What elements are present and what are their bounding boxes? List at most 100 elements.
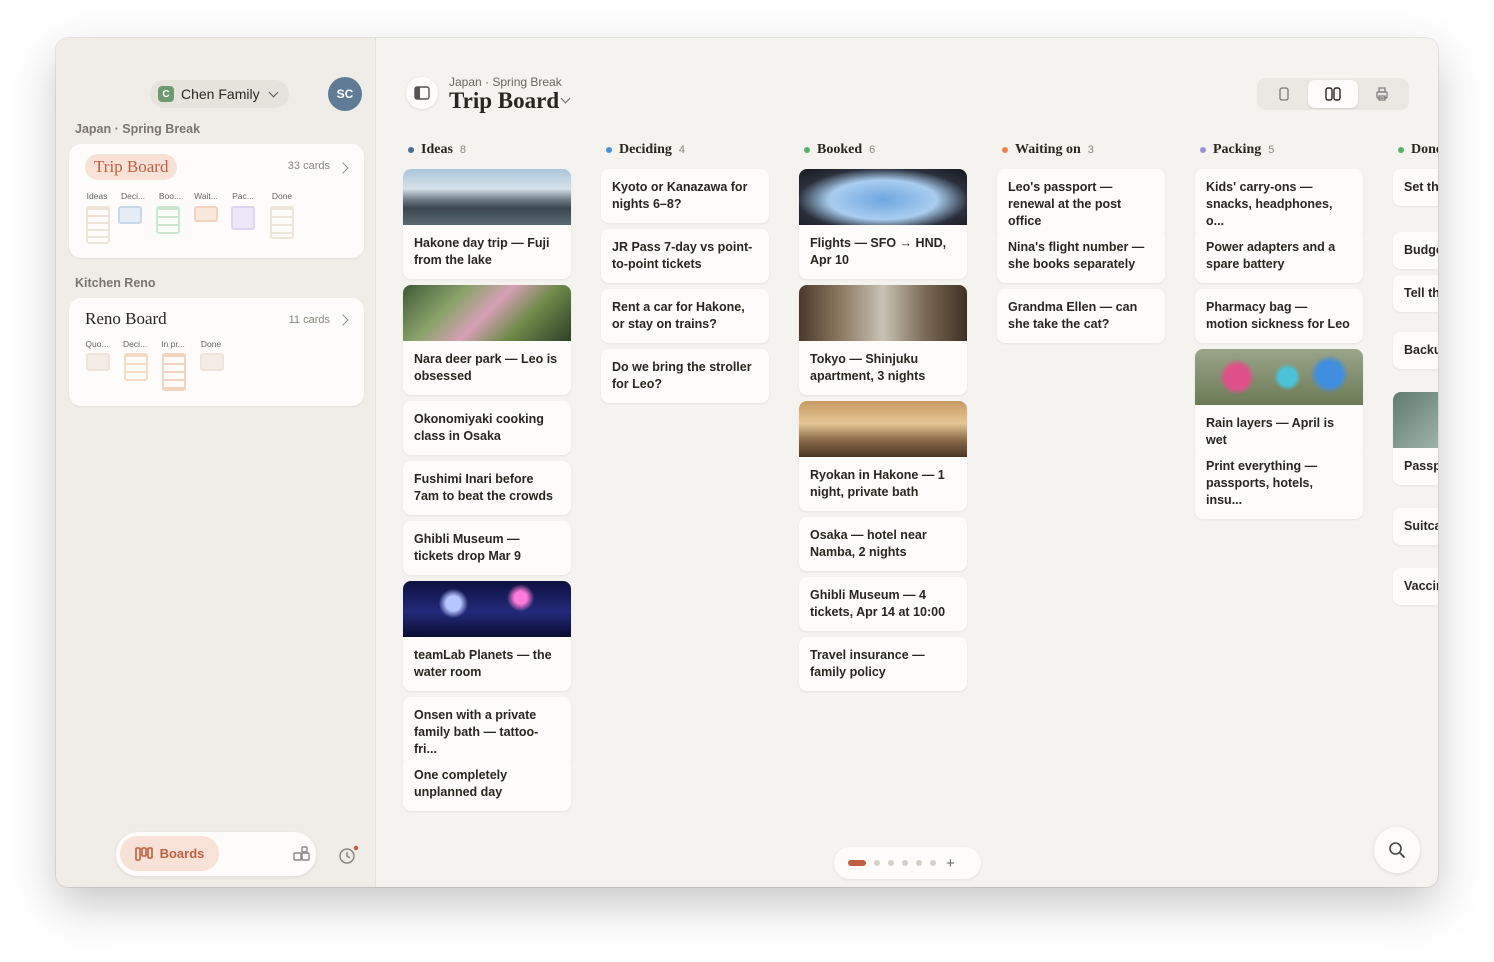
card[interactable]: Pharmacy bag — motion sickness for Leo	[1195, 289, 1363, 343]
card-title: Rent a car for Hakone, or stay on trains…	[612, 300, 745, 331]
boards-tab-label: Boards	[159, 846, 205, 861]
family-badge: C	[158, 86, 174, 102]
card-title: One completely unplanned day	[414, 768, 508, 799]
card[interactable]: Passp share	[1393, 392, 1438, 485]
card[interactable]: One completely unplanned day	[403, 757, 571, 811]
card[interactable]: teamLab Planets — the water room	[403, 581, 571, 691]
card[interactable]: Ghibli Museum — 4 tickets, Apr 14 at 10:…	[799, 577, 967, 631]
family-switcher[interactable]: C Chen Family	[150, 80, 289, 108]
column-title: Done	[1411, 142, 1438, 157]
card[interactable]: Power adapters and a spare battery	[1195, 229, 1363, 283]
search-icon	[1389, 842, 1405, 858]
page-dot[interactable]	[930, 860, 936, 866]
card-title: Print everything — passports, hotels, in…	[1206, 459, 1318, 507]
single-column-view-button[interactable]	[1259, 80, 1309, 108]
column-header-done[interactable]: Done	[1398, 142, 1438, 158]
card[interactable]: Set th 20	[1393, 169, 1438, 206]
history-tab[interactable]	[334, 840, 364, 870]
avatar[interactable]: SC	[328, 77, 362, 111]
boards-tab[interactable]: Boards	[120, 836, 219, 871]
app-window: C Chen Family SC Japan · Spring Break Tr…	[56, 38, 1438, 887]
card-title: Okonomiyaki cooking class in Osaka	[414, 412, 544, 443]
column-title: Packing	[1213, 142, 1262, 157]
column-title: Waiting on	[1015, 142, 1081, 157]
print-view-button[interactable]	[1357, 80, 1407, 108]
section-label-kitchen: Kitchen Reno	[75, 276, 156, 290]
card-image	[799, 169, 967, 225]
card[interactable]: Kyoto or Kanazawa for nights 6–8?	[601, 169, 769, 223]
card[interactable]: Ryokan in Hakone — 1 night, private bath	[799, 401, 967, 511]
two-column-view-button[interactable]	[1308, 80, 1358, 108]
history-icon	[339, 845, 359, 864]
single-column-view-icon	[1279, 87, 1289, 101]
card-title: Passp share	[1404, 459, 1438, 473]
column-dot	[408, 147, 414, 153]
widgets-tab[interactable]	[287, 840, 317, 870]
chevron-down-icon[interactable]	[560, 93, 571, 104]
page-indicator: +	[834, 847, 981, 879]
card[interactable]: JR Pass 7-day vs point-to-point tickets	[601, 229, 769, 283]
card[interactable]: Travel insurance — family policy	[799, 637, 967, 691]
card-title: Vaccir nothir	[1404, 579, 1438, 593]
page-dot[interactable]	[916, 860, 922, 866]
card[interactable]: Grandma Ellen — can she take the cat?	[997, 289, 1165, 343]
mini-column-preview	[231, 206, 255, 230]
page-dot[interactable]	[888, 860, 894, 866]
card[interactable]: Vaccir nothir	[1393, 568, 1438, 605]
chevron-right-icon	[337, 162, 349, 174]
card[interactable]: Rain layers — April is wet	[1195, 349, 1363, 459]
card[interactable]: Okonomiyaki cooking class in Osaka	[403, 401, 571, 455]
column-header-booked[interactable]: Booked 6	[804, 142, 875, 158]
column-header-deciding[interactable]: Deciding 4	[606, 142, 685, 158]
add-page-button[interactable]: +	[946, 855, 955, 872]
card[interactable]: Flights — SFO → HND, Apr 10	[799, 169, 967, 279]
mini-column-preview	[86, 353, 110, 371]
column-count: 4	[678, 144, 686, 156]
board-card-reno[interactable]: Reno Board 11 cards Quo... Deci... In pr…	[69, 298, 364, 406]
card[interactable]: Suitca check	[1393, 508, 1438, 545]
mini-column-label: Quo...	[85, 339, 109, 349]
card-title: Grandma Ellen — can she take the cat?	[1008, 300, 1138, 331]
card-image	[1393, 392, 1438, 448]
mini-column-preview	[162, 353, 186, 391]
column-title: Booked	[817, 142, 863, 157]
page-dot-active[interactable]	[848, 860, 866, 866]
mini-column-label: Wait...	[194, 191, 218, 201]
column-header-packing[interactable]: Packing 5	[1200, 142, 1274, 158]
card[interactable]: Rent a car for Hakone, or stay on trains…	[601, 289, 769, 343]
bottom-nav: Boards	[116, 832, 359, 876]
mini-column-label: Done	[200, 339, 222, 349]
column-dot	[1398, 147, 1404, 153]
card[interactable]: Print everything — passports, hotels, in…	[1195, 448, 1363, 519]
card-title: Osaka — hotel near Namba, 2 nights	[810, 528, 927, 559]
page-dot[interactable]	[902, 860, 908, 866]
column-dot	[804, 147, 810, 153]
card-title: Backu quote	[1404, 343, 1438, 357]
chevron-right-icon	[337, 314, 349, 326]
card[interactable]: Ghibli Museum — tickets drop Mar 9	[403, 521, 571, 575]
card[interactable]: Fushimi Inari before 7am to beat the cro…	[403, 461, 571, 515]
card[interactable]: Budge	[1393, 232, 1438, 269]
sidebar-toggle-button[interactable]	[406, 77, 438, 109]
card[interactable]: Hakone day trip — Fuji from the lake	[403, 169, 571, 279]
page-title[interactable]: Trip Board	[449, 88, 559, 114]
card[interactable]: Tell th two m	[1393, 275, 1438, 312]
card[interactable]: Do we bring the stroller for Leo?	[601, 349, 769, 403]
card-title: Suitca check	[1404, 519, 1438, 533]
card[interactable]: Nina's flight number — she books separat…	[997, 229, 1165, 283]
column-header-ideas[interactable]: Ideas 8	[408, 142, 466, 158]
card[interactable]: Tokyo — Shinjuku apartment, 3 nights	[799, 285, 967, 395]
card[interactable]: Backu quote	[1393, 332, 1438, 369]
mini-column-label: Ideas	[86, 191, 108, 201]
board-card-trip[interactable]: Trip Board 33 cards Ideas Deci... Boo...…	[69, 144, 364, 258]
card[interactable]: Osaka — hotel near Namba, 2 nights	[799, 517, 967, 571]
card[interactable]: Nara deer park — Leo is obsessed	[403, 285, 571, 395]
card-title: Tell th two m	[1404, 286, 1438, 300]
column-header-waiting[interactable]: Waiting on 3	[1002, 142, 1094, 158]
page-dot[interactable]	[874, 860, 880, 866]
mini-column-label: Deci...	[120, 191, 146, 201]
mini-column-preview	[124, 353, 148, 381]
search-button[interactable]	[1374, 827, 1420, 873]
card-title: Kyoto or Kanazawa for nights 6–8?	[612, 180, 748, 211]
view-switcher	[1257, 78, 1409, 110]
